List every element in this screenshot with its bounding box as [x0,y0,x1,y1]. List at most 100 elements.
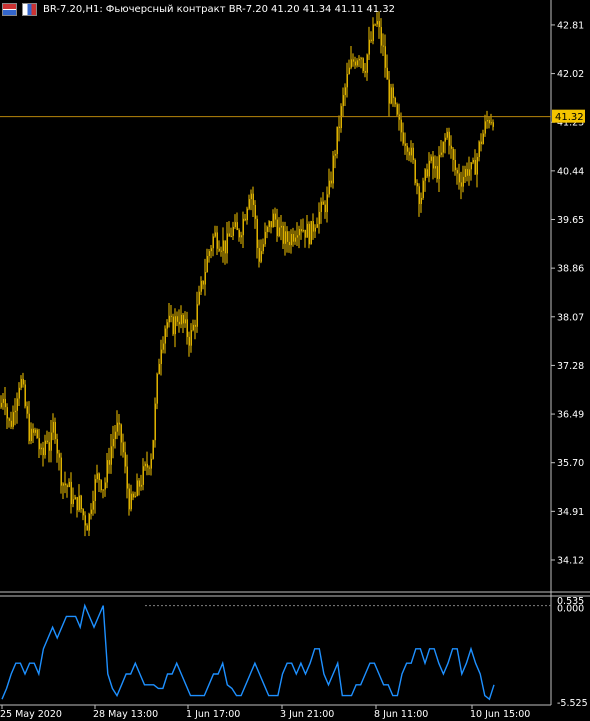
candle-body [150,458,152,469]
candle-body [86,525,88,531]
candle-body [408,151,410,156]
y-tick-label: 42.81 [557,20,584,31]
candle-body [470,162,472,170]
x-tick-label: 28 May 13:00 [93,709,158,720]
candle-body [438,154,440,179]
candle-body [256,218,258,248]
candle-body [238,229,240,238]
candle-body [310,221,312,245]
candle-body [294,237,296,242]
y-tick-label: 38.07 [557,312,584,323]
candle-body [118,422,120,425]
candle-body [140,484,142,487]
candle-body [352,59,354,62]
candle-body [134,495,136,498]
candle-body [68,481,70,487]
candle-body [478,141,480,158]
x-tick-label: 8 Jun 11:00 [374,709,428,720]
candle-body [450,145,452,149]
candle-body [388,79,390,104]
indicator-y-tick-label: -5.525 [557,698,588,709]
candle-body [266,226,268,232]
candle-body [106,460,108,483]
candle-body [474,160,476,175]
candle-body [130,493,132,510]
candle-body [18,387,20,399]
candle-body [60,457,62,486]
candle-body [206,256,208,273]
candle-body [102,489,104,491]
candle-body [488,120,490,124]
candle-body [274,213,276,220]
candle-body [224,240,226,254]
candle-body [318,211,320,225]
candle-body [394,97,396,105]
candle-body [402,132,404,144]
candle-body [456,170,458,174]
candle-body [302,229,304,232]
candle-body [400,119,402,133]
candle-body [230,235,232,237]
candle-body [458,173,460,183]
candle-body [426,169,428,177]
candle-body [378,21,380,28]
y-tick-label: 39.65 [557,215,584,226]
candle-body [78,495,80,511]
candle-body [174,316,176,335]
candle-body [316,224,318,228]
candle-body [200,280,202,292]
candle-body [304,229,306,238]
y-tick-label: 36.49 [557,410,584,421]
candle-body [248,199,250,209]
candle-body [284,231,286,244]
candle-body [420,197,422,205]
candle-body [112,438,114,447]
y-tick-label: 34.91 [557,507,584,518]
candle-body [290,233,292,246]
candle-body [178,321,180,325]
candle-body [104,482,106,490]
candle-body [62,483,64,486]
candle-body [324,204,326,213]
candle-body [136,480,138,496]
candle-body [276,219,278,237]
candle-body [56,439,58,454]
candle-body [434,166,436,169]
candle-body [8,418,10,421]
candle-body [356,60,358,66]
y-tick-label: 40.44 [557,166,584,177]
candle-body [380,27,382,46]
candle-body [82,509,84,516]
candle-body [96,473,98,480]
y-tick-label: 37.28 [557,361,584,372]
candle-body [372,24,374,41]
candle-body [6,407,8,419]
candle-body [446,131,448,138]
price-chart[interactable]: 42.8142.0241.2340.4439.6538.8638.0737.28… [0,0,590,721]
candle-body [164,328,166,344]
candle-body [0,402,2,408]
candle-body [264,231,266,245]
candle-body [358,58,360,61]
candle-body [72,499,74,505]
candle-body [188,336,190,346]
current-price-label: 41.32 [555,112,584,123]
candle-body [184,319,186,324]
candle-body [42,447,44,456]
candle-body [214,232,216,237]
candle-body [404,143,406,146]
candle-body [382,45,384,47]
candle-body [362,58,364,71]
candle-body [192,324,194,331]
candle-body [292,233,294,242]
candle-body [182,314,184,324]
candle-body [216,232,218,249]
candle-body [194,324,196,327]
candle-body [482,133,484,144]
candle-body [94,479,96,502]
candle-body [80,495,82,510]
candle-body [366,54,368,73]
candle-body [186,319,188,337]
candle-body [10,420,12,427]
candle-body [70,481,72,505]
